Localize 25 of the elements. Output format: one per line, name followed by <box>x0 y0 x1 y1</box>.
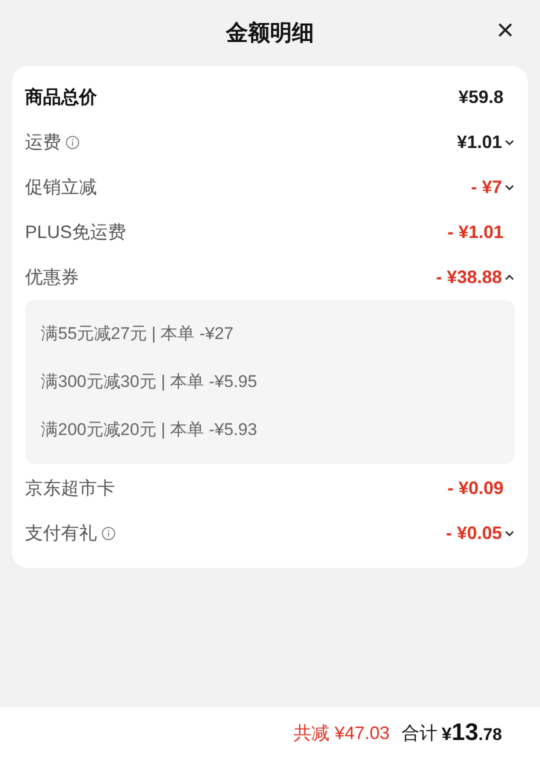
row-amount: ¥59.8 <box>458 86 504 109</box>
chevron-down-icon[interactable] <box>504 137 515 148</box>
row-amount: - ¥1.01 <box>447 221 504 244</box>
row-label: 京东超市卡 <box>25 477 115 500</box>
total-amount: ¥13.78 <box>442 718 502 748</box>
row-label: 促销立减 <box>25 176 97 199</box>
coupon-detail: 满55元减27元 | 本单 -¥27 <box>41 323 234 346</box>
coupon-detail: 满300元减30元 | 本单 -¥5.95 <box>41 371 258 394</box>
row-amount: - ¥38.88 <box>436 266 502 289</box>
row-label: 运费 <box>25 131 61 154</box>
row-amount: - ¥0.09 <box>447 477 504 500</box>
row-amount: - ¥7 <box>470 176 502 199</box>
coupon-detail: 满200元减20元 | 本单 -¥5.93 <box>41 419 258 442</box>
panel-title: 金额明细 <box>226 20 314 48</box>
row-amount: ¥1.01 <box>456 131 502 154</box>
chevron-down-icon[interactable] <box>504 528 515 539</box>
close-button[interactable]: × <box>496 16 514 46</box>
row-label: 支付有礼 <box>25 522 97 545</box>
row-label: PLUS免运费 <box>25 221 126 244</box>
row-label: 优惠券 <box>25 266 79 289</box>
total-saved: 共减 ¥47.03 <box>294 722 390 744</box>
total-label: 合计 <box>402 722 438 744</box>
row-label: 商品总价 <box>25 86 97 109</box>
chevron-down-icon[interactable] <box>504 182 515 193</box>
row-amount: - ¥0.05 <box>446 522 502 545</box>
